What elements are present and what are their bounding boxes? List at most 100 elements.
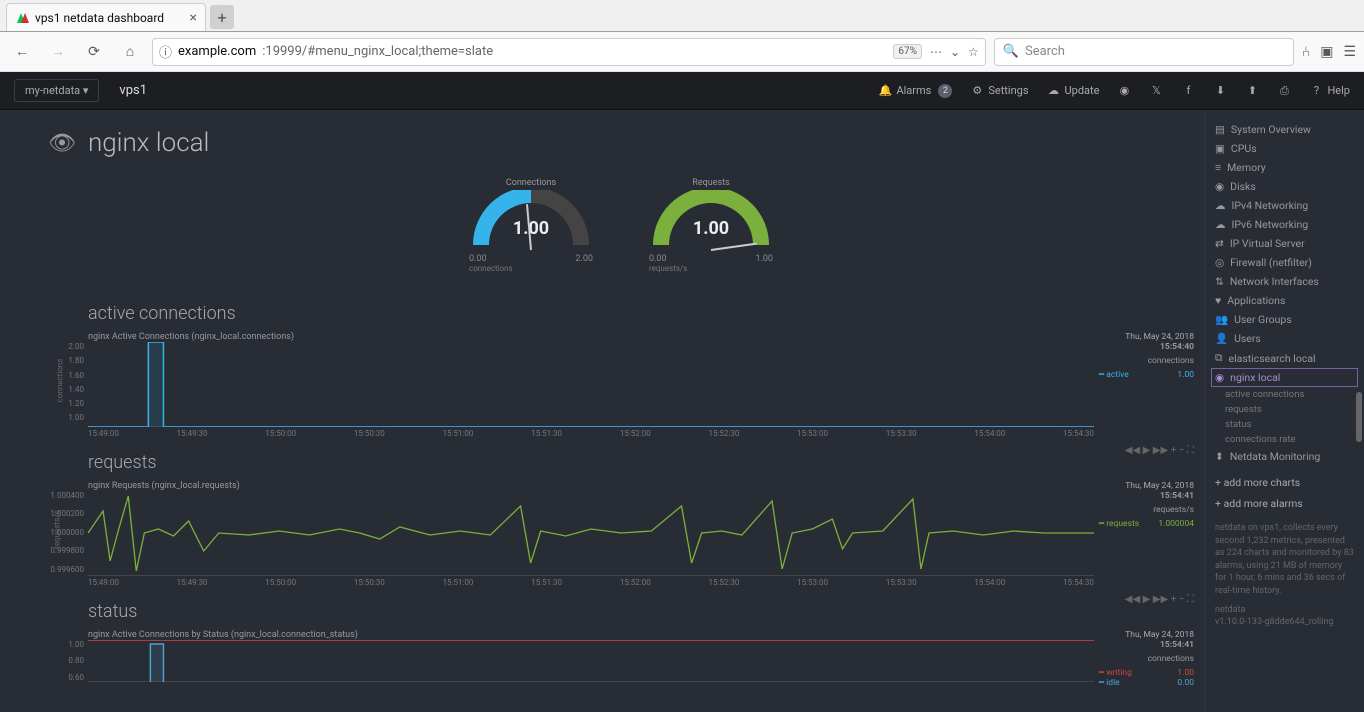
facebook-icon[interactable]: f (1181, 84, 1195, 98)
sidebar-item[interactable]: ▤System Overview (1211, 120, 1358, 139)
add-charts-button[interactable]: + add more charts (1211, 472, 1358, 493)
page-scrollbar[interactable] (1356, 392, 1362, 442)
alarms-badge: 2 (938, 84, 952, 98)
sidebar-item[interactable]: ☁IPv6 Networking (1211, 215, 1358, 234)
library-icon[interactable]: ⑃ (1302, 44, 1310, 60)
reload-button[interactable]: ⟳ (80, 38, 108, 66)
more-icon[interactable]: ⋯ (930, 45, 942, 59)
page-title: nginx local (88, 128, 209, 158)
download-icon[interactable]: ⬇ (1213, 84, 1227, 98)
browser-tab[interactable]: vps1 netdata dashboard × (6, 3, 206, 31)
browser-toolbar: ← → ⟳ ⌂ ⓘ example.com :19999/#menu_nginx_… (0, 32, 1364, 72)
sidebar-item[interactable]: ◉Disks (1211, 177, 1358, 196)
pocket-icon[interactable]: ⌄ (950, 45, 960, 59)
menu-icon: ☁ (1215, 218, 1226, 231)
x-axis: 15:49:0015:49:3015:50:0015:50:3015:51:00… (88, 427, 1094, 438)
chart-requests[interactable]: nginx Requests (nginx_local.requests) re… (48, 481, 1194, 591)
chart-active-connections[interactable]: nginx Active Connections (nginx_local.co… (48, 332, 1194, 442)
sidebar-item[interactable]: 👤Users (1211, 329, 1358, 348)
twitter-icon[interactable]: 𝕏 (1149, 84, 1163, 98)
nginx-icon: ◉ (1215, 371, 1224, 384)
new-tab-button[interactable]: + (210, 5, 234, 29)
browser-search[interactable]: 🔍 Search (994, 38, 1294, 66)
sidebar-item[interactable]: ⇅Network Interfaces (1211, 272, 1358, 291)
sidebar-footer: netdata on vps1, collects every second 1… (1211, 514, 1358, 637)
sidebar-item[interactable]: ≡Memory (1211, 158, 1358, 177)
chart-status[interactable]: nginx Active Connections by Status (ngin… (48, 630, 1194, 690)
menu-icon: ▤ (1215, 123, 1225, 136)
github-icon[interactable]: ◉ (1117, 84, 1131, 98)
alarms-button[interactable]: 🔔Alarms2 (878, 84, 952, 98)
cloud-icon: ☁ (1047, 84, 1061, 98)
gauges-row: Connections 1.00 0.002.00 connections Re… (48, 178, 1194, 273)
sidebar-sub[interactable]: connections rate (1211, 432, 1358, 447)
subsection-status: status (88, 601, 1194, 622)
netdata-topbar: my-netdata ▾ vps1 🔔Alarms2 ⚙Settings ☁Up… (0, 72, 1364, 110)
search-placeholder: Search (1025, 44, 1065, 59)
browser-tab-strip: vps1 netdata dashboard × + (0, 0, 1364, 32)
gauge-value: 1.00 (471, 218, 591, 239)
sidebar-item[interactable]: ◎Firewall (netfilter) (1211, 253, 1358, 272)
x-axis: 15:49:0015:49:3015:50:0015:50:3015:51:00… (88, 576, 1094, 587)
home-button[interactable]: ⌂ (116, 38, 144, 66)
print-icon[interactable]: ⎙ (1277, 84, 1291, 98)
sidebar-sub[interactable]: status (1211, 417, 1358, 432)
eye-icon: 👁 (48, 131, 76, 156)
sidebar-sub[interactable]: requests (1211, 402, 1358, 417)
hostname: vps1 (119, 83, 147, 98)
search-icon: 🔍 (1003, 44, 1019, 59)
chart-legend: Thu, May 24, 2018 15:54:41 requests/s ━ … (1099, 481, 1194, 529)
netdata-page: my-netdata ▾ vps1 🔔Alarms2 ⚙Settings ☁Up… (0, 72, 1364, 712)
menu-icon: 👤 (1215, 332, 1228, 345)
url-path: :19999/#menu_nginx_local;theme=slate (262, 44, 493, 59)
sidebar-item-nginx-local[interactable]: ◉nginx local (1211, 368, 1358, 387)
sidebar-item[interactable]: ⧉elasticsearch local (1211, 348, 1358, 368)
tab-title: vps1 netdata dashboard (35, 11, 164, 25)
sidebar-item-netdata-monitoring[interactable]: ⬍Netdata Monitoring (1211, 447, 1358, 466)
upload-icon[interactable]: ⬆ (1245, 84, 1259, 98)
forward-button[interactable]: → (44, 38, 72, 66)
help-button[interactable]: ?Help (1309, 84, 1350, 98)
mynetdata-dropdown[interactable]: my-netdata ▾ (14, 79, 99, 102)
chart-legend: Thu, May 24, 2018 15:54:41 connections ━… (1099, 630, 1194, 688)
sidebar-item[interactable]: 👥User Groups (1211, 310, 1358, 329)
netdata-favicon (15, 11, 29, 25)
star-icon[interactable]: ☆ (968, 45, 979, 59)
requests-gauge[interactable]: Requests 1.00 0.001.00 requests/s (641, 178, 781, 273)
close-tab-icon[interactable]: × (190, 10, 197, 26)
sidebar-item[interactable]: ▣CPUs (1211, 139, 1358, 158)
menu-icon[interactable]: ☰ (1343, 44, 1356, 60)
gear-icon: ⚙ (970, 84, 984, 98)
help-icon: ? (1309, 84, 1323, 98)
subsection-requests: requests (88, 452, 1194, 473)
menu-icon: ☁ (1215, 199, 1226, 212)
menu-icon: 👥 (1215, 313, 1228, 326)
sidebar-sub[interactable]: active connections (1211, 387, 1358, 402)
info-icon[interactable]: ⓘ (159, 42, 172, 61)
address-bar[interactable]: ⓘ example.com :19999/#menu_nginx_local;th… (152, 38, 986, 66)
menu-sidebar: ▤System Overview▣CPUs≡Memory◉Disks☁IPv4 … (1204, 110, 1364, 712)
menu-icon: ◎ (1215, 256, 1224, 269)
sidebar-item[interactable]: ☁IPv4 Networking (1211, 196, 1358, 215)
chart-controls[interactable]: ◀◀ ▶ ▶▶ + − ⛶ (1125, 594, 1194, 605)
chart-legend: Thu, May 24, 2018 15:54:40 connections ━… (1099, 332, 1194, 380)
menu-icon: ♥ (1215, 294, 1221, 307)
sidebar-item[interactable]: ♥Applications (1211, 291, 1358, 310)
add-alarms-button[interactable]: + add more alarms (1211, 493, 1358, 514)
chart-controls[interactable]: ◀◀ ▶ ▶▶ + − ⛶ (1125, 445, 1194, 456)
sidebar-icon[interactable]: ▣ (1320, 44, 1333, 60)
gauge-value: 1.00 (651, 218, 771, 239)
zoom-level[interactable]: 67% (893, 44, 922, 59)
menu-icon: ◉ (1215, 180, 1224, 193)
sidebar-item[interactable]: ⇄IP Virtual Server (1211, 234, 1358, 253)
menu-icon: ▣ (1215, 142, 1225, 155)
settings-button[interactable]: ⚙Settings (970, 84, 1028, 98)
subsection-active-connections: active connections (88, 303, 1194, 324)
section-title: 👁 nginx local (48, 128, 1194, 158)
connections-gauge[interactable]: Connections 1.00 0.002.00 connections (461, 178, 601, 273)
update-button[interactable]: ☁Update (1047, 84, 1100, 98)
url-domain: example.com (178, 44, 256, 59)
back-button[interactable]: ← (8, 38, 36, 66)
stats-icon: ⬍ (1215, 450, 1224, 463)
bell-icon: 🔔 (878, 84, 892, 98)
